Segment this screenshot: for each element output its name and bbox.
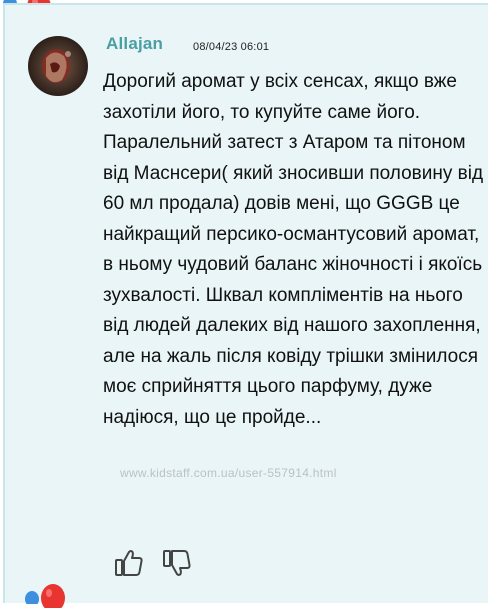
review-text: Дорогий аромат у всіх сенсах, якщо вже з… [103,67,487,433]
review-paragraph: Дорогий аромат у всіх сенсах, якщо вже з… [103,71,457,123]
balloon-blue-icon [25,591,39,604]
review-date: 08/04/23 06:01 [193,41,270,53]
review-card: Allajan 08/04/23 06:01 Дорогий аромат у … [3,3,488,603]
balloon-red-icon [41,584,65,608]
review-author[interactable]: Allajan [106,34,163,54]
avatar[interactable] [28,36,88,96]
review-paragraph: Паралельний затест з Атаром та пітоном в… [103,132,484,428]
thumbs-down-icon[interactable] [161,547,193,579]
watermark: www.kidstaff.com.ua/user-557914.html [120,466,337,480]
review-actions [113,547,193,579]
thumbs-up-icon[interactable] [113,547,145,579]
